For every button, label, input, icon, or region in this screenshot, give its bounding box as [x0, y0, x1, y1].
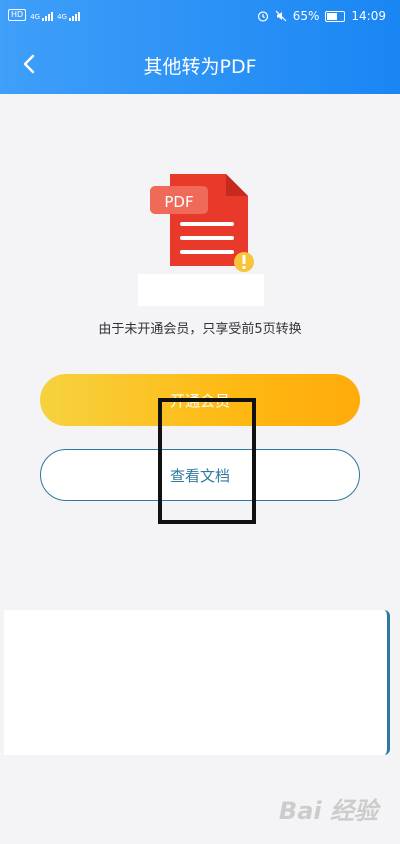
pdf-document-icon — [150, 174, 254, 272]
filename-placeholder — [138, 274, 264, 306]
page-title: 其他转为PDF — [143, 56, 257, 78]
hd-badge: HD — [8, 9, 27, 21]
app-header: HD 4G 4G 65% 14:09 其他转为PDF — [0, 0, 400, 94]
signal-1-label: 4G — [30, 13, 41, 21]
open-vip-button[interactable]: 开通会员 — [40, 374, 360, 426]
clock: 14:09 — [351, 9, 386, 23]
signal-1-icon: 4G — [30, 12, 54, 21]
mute-icon — [275, 10, 287, 22]
battery-icon — [325, 10, 346, 22]
conversion-notice: 由于未开通会员，只享受前5页转换 — [98, 322, 302, 337]
battery-percent: 65% — [292, 9, 320, 23]
signal-2-icon: 4G — [57, 12, 80, 21]
bottom-panel — [4, 610, 390, 755]
watermark-text: Bai 经验 — [278, 797, 378, 825]
signal-2-label: 4G — [57, 13, 67, 21]
alarm-icon — [257, 11, 268, 22]
status-bar: HD 4G 4G 65% 14:09 — [0, 0, 400, 34]
pdf-badge-label: PDF — [164, 193, 194, 211]
view-document-button[interactable]: 查看文档 — [40, 449, 360, 501]
